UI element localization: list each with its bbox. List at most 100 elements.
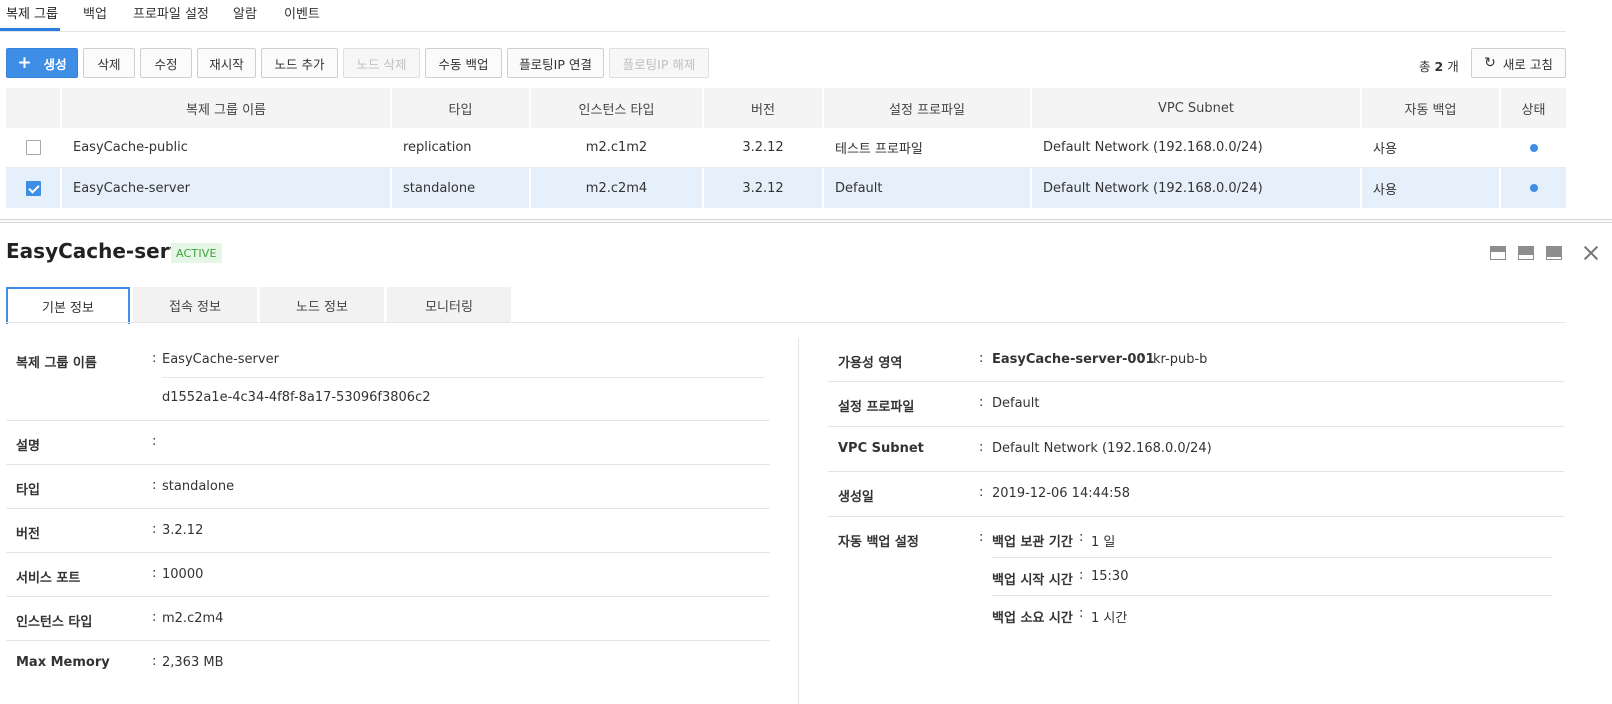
tab-basic-info[interactable]: 기본 정보	[6, 287, 130, 324]
tab-node-info[interactable]: 노드 정보	[260, 287, 384, 323]
refresh-button[interactable]: ↻ 새로 고침	[1471, 48, 1566, 78]
status-dot-icon	[1529, 143, 1538, 152]
info-row-vpc-subnet: VPC Subnet : Default Network (192.168.0.…	[828, 427, 1564, 472]
info-label: 가용성 영역	[838, 356, 903, 371]
service-port-value: 10000	[162, 567, 204, 582]
row-checkbox[interactable]	[25, 180, 41, 196]
cell-status	[1499, 128, 1566, 167]
info-label: 서비스 포트	[16, 571, 81, 586]
info-label: 타입	[16, 483, 40, 498]
info-row-service-port: 서비스 포트 : 10000	[6, 553, 770, 597]
profile-value: Default	[992, 396, 1040, 411]
refresh-button-label: 새로 고침	[1502, 56, 1553, 72]
edit-button[interactable]: 수정	[140, 48, 192, 78]
cell-profile: 테스트 프로파일	[822, 128, 1030, 167]
cell-name: EasyCache-server	[60, 168, 390, 208]
info-row-max-memory: Max Memory : 2,363 MB	[16, 654, 224, 670]
tab-monitoring[interactable]: 모니터링	[387, 287, 511, 323]
cell-auto-backup: 사용	[1360, 168, 1499, 208]
cell-version: 3.2.12	[702, 128, 822, 167]
manual-backup-button[interactable]: 수동 백업	[425, 48, 502, 78]
max-memory-value: 2,363 MB	[162, 655, 224, 670]
column-header[interactable]: 인스턴스 타입	[529, 88, 702, 128]
column-header[interactable]: 복제 그룹 이름	[60, 88, 390, 128]
version-value: 3.2.12	[162, 523, 204, 538]
total-count: 총 2 개	[1419, 59, 1459, 74]
cell-subnet: Default Network (192.168.0.0/24)	[1030, 168, 1360, 208]
info-row-version: 버전 : 3.2.12	[6, 509, 770, 553]
attach-floating-ip-button[interactable]: 플로팅IP 연결	[507, 48, 604, 78]
column-header[interactable]: 상태	[1499, 88, 1566, 128]
detach-floating-ip-button[interactable]: 플로팅IP 해제	[609, 48, 709, 78]
info-row-description: 설명 :	[6, 421, 770, 465]
info-label: VPC Subnet	[838, 441, 924, 456]
column-header[interactable]: 버전	[702, 88, 822, 128]
table-header: 복제 그룹 이름 타입 인스턴스 타입 버전 설정 프로파일 VPC Subne…	[6, 88, 1566, 128]
tab-backup[interactable]: 백업	[83, 3, 107, 22]
group-id-value: d1552a1e-4c34-4f8f-8a17-53096f3806c2	[162, 390, 431, 405]
cell-subnet: Default Network (192.168.0.0/24)	[1030, 128, 1360, 167]
tab-event[interactable]: 이벤트	[284, 3, 320, 22]
close-icon[interactable]	[1582, 244, 1600, 262]
top-tab-bar: 복제 그룹 백업 프로파일 설정 알람 이벤트	[0, 0, 1566, 32]
tab-replication-group[interactable]: 복제 그룹	[6, 3, 58, 22]
create-button[interactable]: + 생성	[6, 48, 78, 78]
add-node-button[interactable]: 노드 추가	[261, 48, 338, 78]
header-checkbox-cell	[6, 88, 60, 128]
active-tab-indicator	[0, 28, 60, 31]
tab-connection-info[interactable]: 접속 정보	[133, 287, 257, 323]
backup-duration-label: 백업 소요 시간	[992, 611, 1073, 626]
column-header[interactable]: 타입	[390, 88, 529, 128]
row-checkbox-cell	[6, 168, 60, 208]
create-button-label: 생성	[43, 56, 67, 72]
backup-start-label: 백업 시작 시간	[992, 573, 1073, 588]
info-row-group-name: 복제 그룹 이름 : EasyCache-server d1552a1e-4c3…	[6, 338, 770, 421]
panel-size-large-icon[interactable]	[1546, 246, 1562, 260]
backup-retention-label: 백업 보관 기간	[992, 535, 1073, 550]
panel-size-medium-icon[interactable]	[1518, 246, 1534, 260]
info-label: 자동 백업 설정	[838, 535, 919, 550]
info-row-auto-backup: 자동 백업 설정 : 백업 보관 기간 : 1 일 백업 시작 시간 : 15:…	[828, 517, 1564, 635]
column-header[interactable]: 자동 백업	[1360, 88, 1499, 128]
row-checkbox[interactable]	[25, 140, 41, 155]
cell-type: standalone	[390, 168, 529, 208]
cell-version: 3.2.12	[702, 168, 822, 208]
tab-bar-divider	[6, 322, 1566, 323]
cell-profile: Default	[822, 168, 1030, 208]
refresh-icon: ↻	[1484, 55, 1496, 71]
az-node-value: EasyCache-server-001	[992, 352, 1155, 367]
column-header[interactable]: 설정 프로파일	[822, 88, 1030, 128]
status-badge: ACTIVE	[171, 243, 222, 263]
cell-status	[1499, 168, 1566, 208]
delete-button[interactable]: 삭제	[83, 48, 135, 78]
info-label: 인스턴스 타입	[16, 615, 93, 630]
backup-retention-value: 1 일	[1091, 535, 1116, 550]
panel-splitter[interactable]	[0, 219, 1612, 223]
info-row-profile: 설정 프로파일 : Default	[828, 382, 1564, 427]
toolbar: + 생성 삭제 수정 재시작 노드 추가 노드 삭제 수동 백업 플로팅IP 연…	[6, 48, 1566, 78]
backup-start-value: 15:30	[1091, 569, 1129, 584]
table-row[interactable]: EasyCache-server standalone m2.c2m4 3.2.…	[6, 168, 1566, 208]
restart-button[interactable]: 재시작	[197, 48, 256, 78]
info-label: 버전	[16, 527, 40, 542]
type-value: standalone	[162, 479, 235, 494]
status-dot-icon	[1529, 184, 1538, 192]
tab-alarm[interactable]: 알람	[233, 3, 257, 22]
cell-instance-type: m2.c2m4	[529, 168, 702, 208]
info-label: 생성일	[838, 490, 874, 505]
az-value: kr-pub-b	[1153, 352, 1208, 367]
table-row[interactable]: EasyCache-public replication m2.c1m2 3.2…	[6, 128, 1566, 168]
panel-size-controls	[1490, 244, 1610, 262]
info-row-availability-zone: 가용성 영역 : EasyCache-server-001 : kr-pub-b	[828, 338, 1564, 382]
info-label: 복제 그룹 이름	[16, 356, 97, 371]
group-name-value: EasyCache-server	[162, 352, 279, 367]
info-label: 설정 프로파일	[838, 400, 915, 415]
panel-divider	[798, 338, 799, 704]
cell-instance-type: m2.c1m2	[529, 128, 702, 167]
cell-type: replication	[390, 128, 529, 167]
panel-size-small-icon[interactable]	[1490, 246, 1506, 260]
column-header[interactable]: VPC Subnet	[1030, 88, 1360, 128]
delete-node-button[interactable]: 노드 삭제	[343, 48, 420, 78]
cell-name: EasyCache-public	[60, 128, 390, 167]
tab-profile-settings[interactable]: 프로파일 설정	[133, 3, 209, 22]
